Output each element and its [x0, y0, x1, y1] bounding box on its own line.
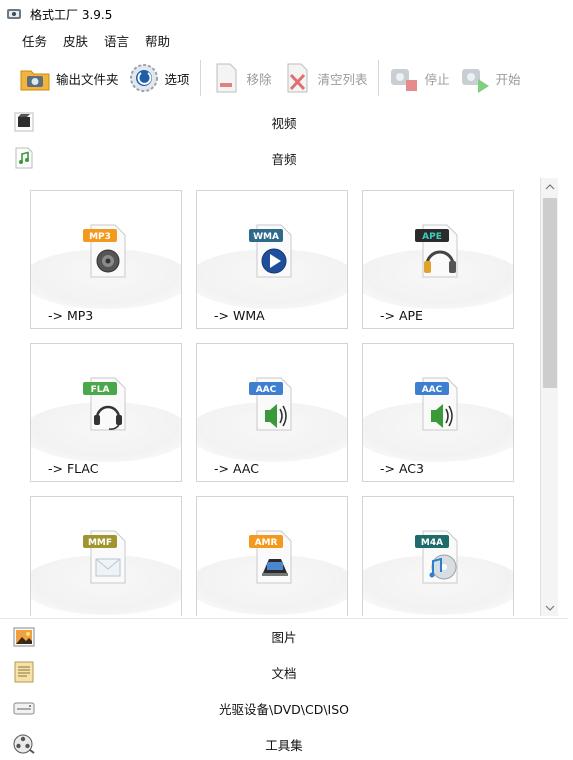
folder-icon — [20, 70, 50, 91]
headset-icon: FLA — [83, 377, 126, 431]
format-tile-flac[interactable]: FLA -> FLAC — [30, 343, 182, 482]
document-icon — [14, 661, 34, 683]
category-video[interactable]: 视频 — [0, 104, 568, 140]
format-badge-text: MP3 — [89, 232, 111, 242]
stop-icon — [390, 69, 417, 91]
remove-file-icon — [216, 63, 237, 93]
format-tile-ape[interactable]: APE -> APE — [362, 190, 514, 329]
format-tile-m4a[interactable]: M4A — [362, 496, 514, 616]
scroll-up-button[interactable] — [541, 178, 559, 195]
format-label: -> MP3 — [48, 308, 94, 323]
format-badge-text: AAC — [422, 385, 443, 395]
window-title: 格式工厂 3.9.5 — [30, 7, 113, 22]
options-button[interactable]: 选项 — [127, 58, 190, 98]
format-badge-text: MMF — [88, 538, 112, 548]
gear-icon — [129, 64, 158, 92]
toolbar-divider — [199, 60, 201, 96]
format-label: -> AC3 — [380, 461, 424, 476]
speaker-icon: MP3 — [83, 224, 126, 278]
format-tile-aac[interactable]: AAC -> AAC — [196, 343, 348, 482]
category-audio-label: 音频 — [271, 151, 297, 167]
clear-list-label: 清空列表 — [317, 71, 368, 87]
audio-note-icon — [15, 147, 33, 169]
menu-task[interactable]: 任务 — [22, 31, 47, 50]
format-badge-text: AMR — [255, 538, 278, 548]
format-label: -> AAC — [214, 461, 259, 476]
category-image[interactable]: 图片 — [0, 618, 568, 654]
start-icon — [461, 69, 489, 93]
format-badge-text: AAC — [256, 385, 277, 395]
audio-format-grid: MP3 -> MP3 WMA -> WMA APE -> APE FLA -> … — [0, 176, 540, 616]
format-tile-wma[interactable]: WMA -> WMA — [196, 190, 348, 329]
toolbar-divider — [377, 60, 379, 96]
category-optical-drive[interactable]: 光驱设备\DVD\CD\ISO — [0, 690, 568, 726]
tools-reel-icon — [13, 734, 35, 754]
grid-scrollbar[interactable] — [540, 178, 558, 616]
format-label: -> FLAC — [48, 461, 99, 476]
headphones-icon: APE — [415, 224, 458, 278]
title-bar: 格式工厂 3.9.5 — [0, 0, 573, 28]
output-folder-label: 输出文件夹 — [56, 71, 119, 87]
clear-list-icon — [287, 63, 308, 93]
format-badge-text: WMA — [253, 232, 279, 242]
stop-button[interactable]: 停止 — [387, 58, 450, 98]
format-tile-amr[interactable]: AMR — [196, 496, 348, 616]
image-picture-icon — [13, 627, 35, 646]
start-button[interactable]: 开始 — [458, 58, 521, 98]
toolbar: 输出文件夹 选项 移除 清空列表 停止 开始 — [0, 54, 573, 102]
format-badge-text: FLA — [91, 385, 110, 395]
category-tools-label: 工具集 — [265, 737, 303, 753]
format-label: -> WMA — [214, 308, 265, 323]
sound-speaker-icon: AAC — [415, 377, 458, 431]
category-document-label: 文档 — [271, 665, 297, 681]
play-icon: WMA — [249, 224, 292, 278]
options-label: 选项 — [164, 71, 190, 87]
category-audio[interactable]: 音频 — [0, 140, 568, 176]
menu-skin[interactable]: 皮肤 — [63, 31, 88, 50]
category-image-label: 图片 — [271, 630, 297, 645]
menu-help[interactable]: 帮助 — [145, 31, 170, 50]
envelope-icon: MMF — [83, 530, 126, 584]
stop-label: 停止 — [424, 71, 450, 87]
scroll-down-button[interactable] — [541, 599, 559, 616]
category-tools[interactable]: 工具集 — [0, 726, 568, 760]
format-badge-text: M4A — [421, 538, 443, 548]
output-folder-button[interactable]: 输出文件夹 — [18, 58, 119, 98]
category-document[interactable]: 文档 — [0, 654, 568, 690]
scroll-thumb[interactable] — [543, 198, 557, 388]
start-label: 开始 — [495, 71, 521, 87]
format-badge-text: APE — [422, 232, 442, 242]
video-clapper-icon — [14, 112, 34, 132]
category-optical-drive-label: 光驱设备\DVD\CD\ISO — [218, 701, 350, 717]
menu-language[interactable]: 语言 — [104, 31, 129, 50]
format-tile-mmf[interactable]: MMF — [30, 496, 182, 616]
sound-speaker-icon: AAC — [249, 377, 292, 431]
menu-bar: 任务 皮肤 语言 帮助 — [0, 28, 573, 52]
chevron-up-icon — [545, 183, 555, 189]
remove-button[interactable]: 移除 — [209, 58, 272, 98]
clear-list-button[interactable]: 清空列表 — [280, 58, 368, 98]
phone-icon: AMR — [249, 530, 292, 584]
category-video-label: 视频 — [271, 115, 297, 131]
music-disc-icon: M4A — [415, 530, 458, 584]
format-tile-mp3[interactable]: MP3 -> MP3 — [30, 190, 182, 329]
optical-drive-icon — [13, 702, 35, 715]
remove-label: 移除 — [246, 71, 272, 87]
format-label: -> APE — [380, 308, 423, 323]
format-tile-ac3[interactable]: AAC -> AC3 — [362, 343, 514, 482]
chevron-down-icon — [545, 605, 555, 611]
app-logo-icon — [7, 9, 21, 19]
